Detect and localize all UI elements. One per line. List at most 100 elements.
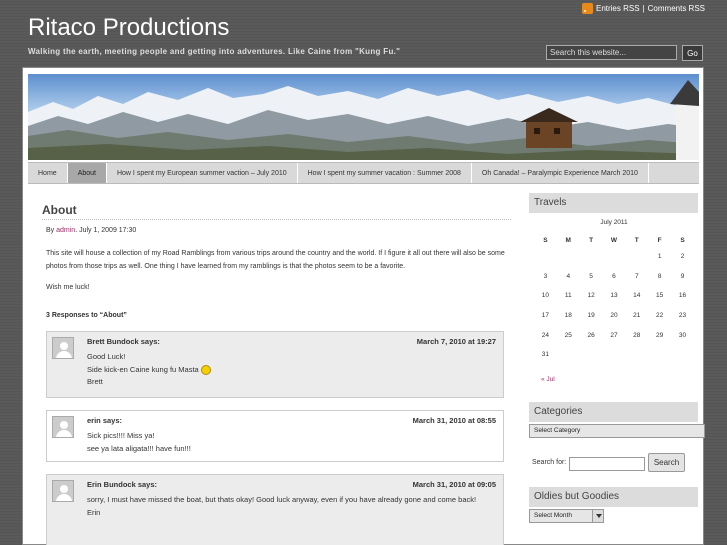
calendar-empty-cell (648, 345, 671, 365)
comment-line: sorry, I must have missed the boat, but … (87, 495, 477, 504)
nav-item-home[interactable]: Home (28, 163, 68, 183)
calendar-empty-cell (580, 345, 603, 365)
calendar-day: 27 (610, 331, 618, 339)
comment-body: Sick pics!!!! Miss ya! see ya lata aliga… (87, 430, 497, 455)
calendar-week: 24 25 26 27 28 29 30 (534, 325, 694, 345)
calendar-day: 26 (587, 331, 595, 339)
calendar-empty-cell (534, 247, 557, 267)
comment-line-with-smiley: Side kick-en Caine kung fu Masta (87, 364, 497, 377)
archive-select-value: Select Month (534, 512, 572, 519)
header-search-go-button[interactable]: Go (682, 45, 703, 61)
nav-item-summer-2008[interactable]: How I spent my summer vacation : Summer … (298, 163, 472, 183)
calendar-day: 12 (587, 292, 595, 300)
rss-separator: | (642, 4, 645, 13)
calendar-empty-cell (625, 247, 648, 267)
calendar-weekday: S (680, 236, 685, 244)
sidebar-search-input[interactable] (569, 457, 645, 471)
comments-rss-link[interactable]: Comments RSS (648, 4, 705, 13)
comment: Erin Bundock says: March 31, 2010 at 09:… (46, 474, 504, 545)
calendar-day: 28 (633, 331, 641, 339)
comment-line: Side kick-en Caine kung fu Masta (87, 364, 199, 374)
calendar-day: 20 (610, 312, 618, 320)
calendar-day: 24 (541, 331, 550, 339)
calendar-day: 8 (657, 272, 662, 280)
site-title[interactable]: Ritaco Productions (28, 14, 229, 42)
nav-item-about[interactable]: About (67, 163, 107, 183)
sidebar-heading-travels: Travels (529, 193, 698, 213)
calendar-empty-cell (671, 345, 694, 365)
comment-author: erin says: (87, 416, 123, 425)
calendar-day: 1 (657, 253, 662, 261)
calendar-day: 16 (678, 292, 687, 300)
post-paragraph: Wish me luck! (46, 284, 90, 291)
post-meta: By admin. July 1, 2009 17:30 (46, 227, 136, 234)
calendar-week: 10 11 12 13 14 15 16 (534, 286, 694, 306)
calendar-day: 14 (633, 292, 641, 300)
calendar-empty-cell (625, 345, 648, 365)
calendar-week: 12 (534, 247, 694, 267)
calendar-empty-cell (603, 247, 626, 267)
avatar (52, 480, 74, 502)
comment-line: Erin (87, 507, 101, 517)
comment-author: Erin Bundock says: (87, 480, 158, 489)
comment-body: Good Luck! Side kick-en Caine kung fu Ma… (87, 351, 497, 389)
category-select[interactable]: Select Category (529, 424, 705, 438)
post-content: This site will house a collection of my … (46, 247, 506, 302)
calendar-weekday: M (565, 236, 571, 244)
calendar-day: 21 (633, 312, 641, 320)
smiley-icon (200, 364, 211, 375)
author-link[interactable]: admin (56, 227, 75, 234)
comment: Brett Bundock says: March 7, 2010 at 19:… (46, 331, 504, 398)
calendar-widget: July 2011 S M T W T F S 1 2 3 4 5 6 7 8 9 10 11 12 1… (534, 219, 694, 365)
calendar-empty-cell (603, 345, 626, 365)
post-date: . July 1, 2009 17:30 (75, 227, 137, 234)
calendar-day: 19 (587, 312, 595, 320)
calendar-day: 30 (678, 331, 687, 339)
chevron-down-icon (592, 510, 603, 522)
entries-rss-link[interactable]: Entries RSS (596, 4, 640, 13)
calendar-day: 11 (564, 292, 572, 300)
comment-date[interactable]: March 31, 2010 at 09:05 (413, 480, 496, 489)
calendar-table: S M T W T F S 1 2 3 4 5 6 7 8 9 10 11 12 13 14 15 16 17 1… (534, 233, 694, 365)
comment-line: Brett (87, 377, 103, 386)
nav-item-oh-canada[interactable]: Oh Canada! – Paralympic Experience March… (472, 163, 649, 183)
post-title: About (42, 203, 77, 217)
calendar-day: 23 (678, 312, 687, 320)
sidebar-search-label: Search for: (532, 459, 567, 466)
calendar-day: 17 (541, 312, 550, 320)
meta-prefix: By (46, 227, 55, 234)
header-search-input[interactable] (546, 45, 677, 60)
calendar-day: 6 (612, 272, 616, 280)
calendar-prev-link[interactable]: « Jul (541, 376, 555, 383)
comment-line: Sick pics!!!! Miss ya! (87, 431, 155, 440)
comment-date[interactable]: March 31, 2010 at 08:55 (413, 416, 496, 425)
nav-item-european-summer[interactable]: How I spent my European summer vaction –… (107, 163, 298, 183)
calendar-day: 5 (589, 272, 593, 280)
category-select-value: Select Category (534, 427, 581, 434)
responses-heading: 3 Responses to “About” (46, 312, 127, 319)
calendar-weekday: T (634, 236, 639, 244)
sidebar-search-button[interactable]: Search (648, 453, 685, 472)
avatar (52, 337, 74, 359)
comment-date[interactable]: March 7, 2010 at 19:27 (417, 337, 496, 346)
calendar-weekday: S (543, 236, 548, 244)
calendar-day: 2 (680, 253, 685, 261)
calendar-day: 7 (634, 272, 639, 280)
calendar-empty-cell (580, 247, 603, 267)
site-tagline: Walking the earth, meeting people and ge… (28, 47, 401, 56)
calendar-day: 15 (656, 292, 664, 300)
rss-bar: Entries RSS | Comments RSS (581, 3, 705, 14)
calendar-week: 17 18 19 20 21 22 23 (534, 306, 694, 326)
archive-month-select[interactable]: Select Month (529, 509, 604, 523)
calendar-day: 25 (564, 331, 572, 339)
calendar-day: 9 (680, 272, 685, 280)
avatar (52, 416, 74, 438)
header-search: Go (546, 45, 703, 61)
comment-author: Brett Bundock says: (87, 337, 160, 346)
main-nav: Home About How I spent my European summe… (28, 162, 699, 184)
calendar-day: 3 (543, 272, 548, 280)
calendar-caption: July 2011 (600, 219, 628, 226)
comment: erin says: March 31, 2010 at 08:55 Sick … (46, 410, 504, 462)
calendar-weekday: T (589, 236, 594, 244)
calendar-day: 10 (541, 292, 550, 300)
